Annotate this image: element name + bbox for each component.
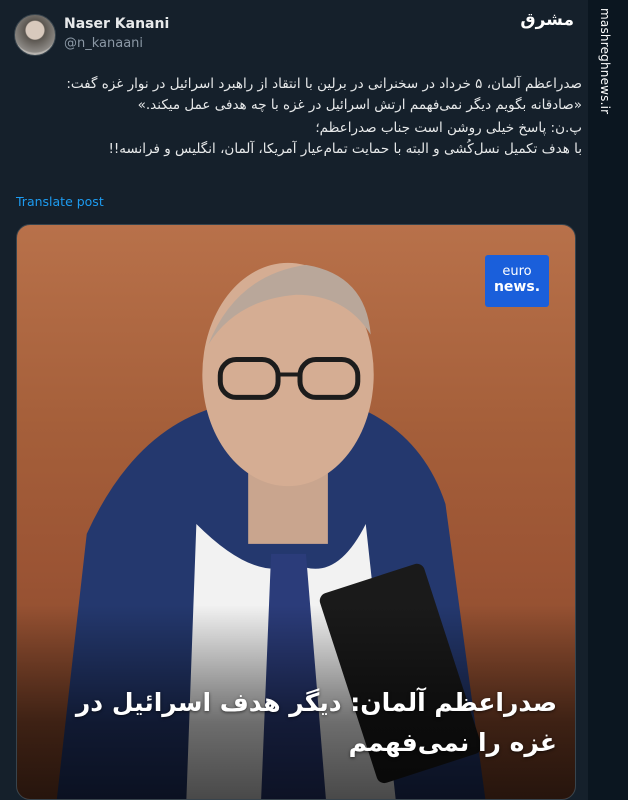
media-headline: صدراعظم آلمان: دیگر هدف اسرائیل در غزه ر… [75, 688, 557, 757]
author-handle[interactable]: @n_kanaani [64, 36, 143, 51]
watermark-logo: مشرق [520, 10, 574, 46]
author-name[interactable]: Naser Kanani [64, 16, 169, 32]
euronews-logo-line-2: news. [493, 279, 541, 295]
watermark-sidebar [588, 0, 628, 800]
watermark-logo-text: مشرق [520, 10, 574, 30]
tweet-text: صدراعظم آلمان، ۵ خرداد در سخنرانی در برل… [16, 74, 582, 160]
tweet-paragraph-1: صدراعظم آلمان، ۵ خرداد در سخنرانی در برل… [66, 76, 582, 113]
tweet-paragraph-2-line-2: با هدف تکمیل نسل‌کُشی و البته با حمایت ت… [108, 141, 582, 157]
avatar[interactable] [14, 14, 56, 56]
tweet-header: Naser Kanani @n_kanaani [14, 14, 574, 60]
euronews-logo: euro news. [485, 255, 549, 307]
translate-post-link[interactable]: Translate post [16, 194, 104, 209]
tweet-media[interactable]: euro news. صدراعظم آلمان: دیگر هدف اسرائ… [16, 224, 576, 800]
watermark-url: mashreghnews.ir [598, 8, 612, 115]
euronews-logo-line-1: euro [502, 264, 532, 279]
tweet-paragraph-2-line-1: پ.ن: پاسخ خیلی روشن است جناب صدراعظم؛ [315, 120, 582, 136]
